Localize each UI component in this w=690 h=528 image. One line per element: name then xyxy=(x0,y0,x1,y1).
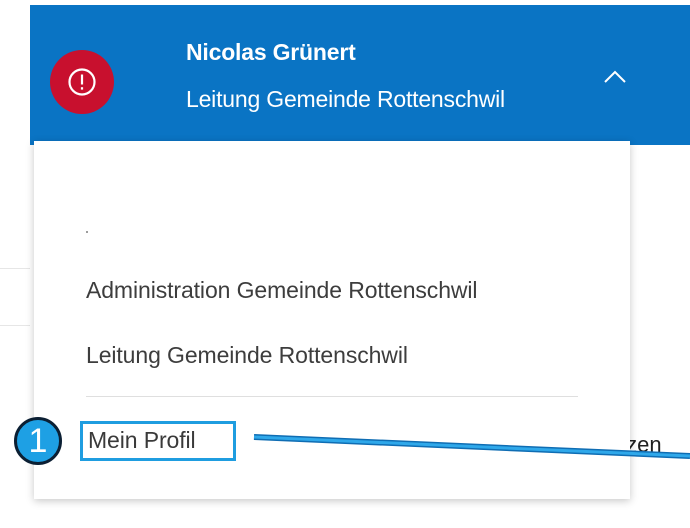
menu-item-administration[interactable]: Administration Gemeinde Rottenschwil xyxy=(86,277,478,304)
background-divider xyxy=(0,268,30,269)
menu-separator-dot xyxy=(86,231,88,233)
annotation-highlight-box xyxy=(80,421,236,461)
annotation-step-marker: 1 xyxy=(14,417,62,465)
alert-circle-icon[interactable] xyxy=(50,50,114,114)
screen: tzen Nicolas Grünert Leitung Gemeinde Ro… xyxy=(0,0,690,528)
user-header[interactable]: Nicolas Grünert Leitung Gemeinde Rottens… xyxy=(30,5,690,145)
alert-icon-glyph xyxy=(68,68,96,96)
user-role: Leitung Gemeinde Rottenschwil xyxy=(186,86,505,112)
chevron-up-icon[interactable] xyxy=(602,68,628,86)
menu-divider xyxy=(86,396,578,397)
menu-item-leitung[interactable]: Leitung Gemeinde Rottenschwil xyxy=(86,342,408,369)
background-divider xyxy=(0,325,30,326)
user-name: Nicolas Grünert xyxy=(186,39,356,65)
